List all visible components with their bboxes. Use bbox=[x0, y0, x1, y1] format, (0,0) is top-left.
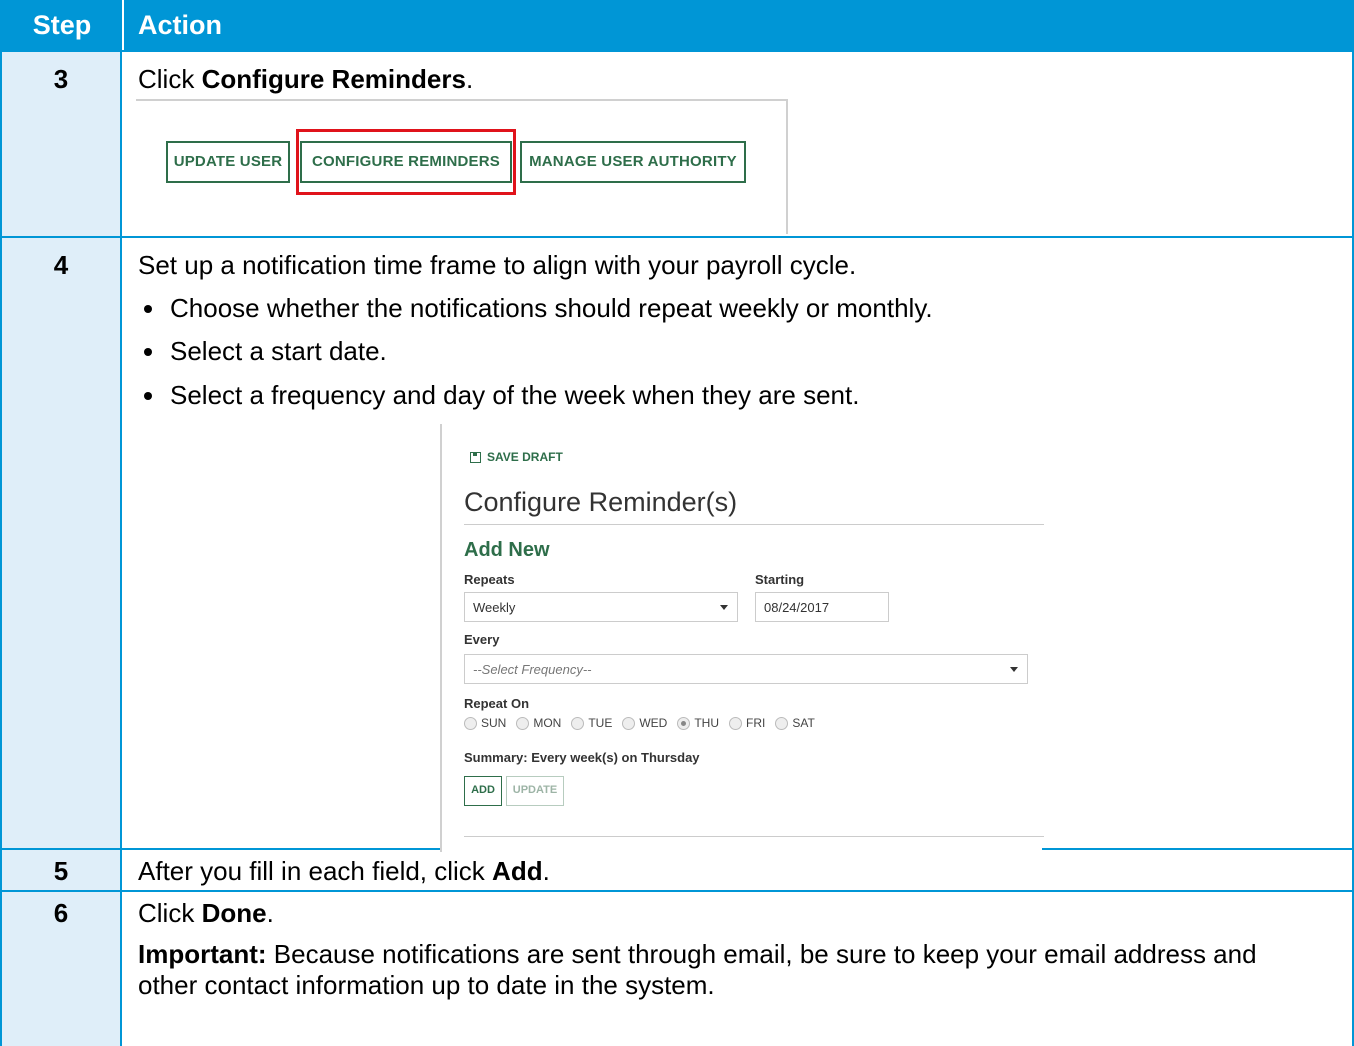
screenshot-configure-reminders: SAVE DRAFT Configure Reminder(s) Add New… bbox=[440, 424, 1044, 852]
action-text-end: . bbox=[266, 898, 274, 928]
list-item: Select a frequency and day of the week w… bbox=[138, 380, 1338, 411]
list-item: Choose whether the notifications should … bbox=[138, 293, 1338, 324]
action-cell: Set up a notification time frame to alig… bbox=[124, 238, 1352, 852]
day-radio-group: SUN MON TUE WED THU FRI SAT bbox=[464, 716, 815, 730]
add-button[interactable]: ADD bbox=[464, 776, 502, 806]
steps-table: Step Action 3 Click Configure Reminders.… bbox=[0, 0, 1354, 1046]
day-label: WED bbox=[639, 716, 668, 730]
radio-wed[interactable]: WED bbox=[622, 716, 667, 730]
repeat-on-label: Repeat On bbox=[464, 696, 530, 711]
day-label: SUN bbox=[481, 716, 507, 730]
action-cell: After you fill in each field, click Add. bbox=[124, 850, 1352, 890]
screenshot-user-actions: UPDATE USER CONFIGURE REMINDERS MANAGE U… bbox=[136, 99, 788, 234]
header-action: Action bbox=[122, 0, 222, 50]
action-text: Click bbox=[138, 64, 202, 94]
update-user-button[interactable]: UPDATE USER bbox=[166, 141, 290, 183]
divider bbox=[464, 836, 1044, 837]
action-text: Click bbox=[138, 898, 202, 928]
important-label: Important: bbox=[138, 939, 267, 970]
radio-icon bbox=[464, 716, 477, 730]
section-title: Add New bbox=[464, 539, 550, 561]
important-note: Important: Because notifications are sen… bbox=[138, 939, 1258, 1001]
radio-sun[interactable]: SUN bbox=[464, 716, 506, 730]
table-row: 3 Click Configure Reminders. UPDATE USER… bbox=[2, 52, 1352, 238]
radio-icon bbox=[775, 716, 789, 730]
action-text: After you fill in each field, click bbox=[138, 856, 493, 886]
save-draft-button[interactable]: SAVE DRAFT bbox=[470, 450, 563, 464]
action-text-end: . bbox=[465, 64, 474, 94]
every-label: Every bbox=[464, 632, 500, 647]
table-row: 4 Set up a notification time frame to al… bbox=[2, 238, 1352, 852]
radio-icon bbox=[571, 716, 585, 730]
important-text: Because notifications are sent through e… bbox=[138, 939, 1257, 1001]
table-row: 6 Click Done. Important: Because notific… bbox=[2, 892, 1352, 1046]
highlight-box bbox=[296, 129, 516, 195]
radio-mon[interactable]: MON bbox=[516, 716, 561, 730]
starting-date-input[interactable]: 08/24/2017 bbox=[755, 592, 889, 622]
chevron-down-icon bbox=[1010, 667, 1018, 672]
manage-user-authority-button[interactable]: MANAGE USER AUTHORITY bbox=[520, 141, 746, 183]
radio-selected-icon bbox=[677, 716, 691, 730]
starting-label: Starting bbox=[755, 572, 805, 587]
summary-text: Summary: Every week(s) on Thursday bbox=[464, 750, 700, 765]
action-bold: Add bbox=[492, 856, 543, 886]
bullet-list: Choose whether the notifications should … bbox=[138, 293, 1338, 411]
table-header: Step Action bbox=[2, 0, 1352, 52]
day-label: FRI bbox=[746, 716, 766, 730]
action-bold: Configure Reminders bbox=[201, 64, 466, 94]
radio-fri[interactable]: FRI bbox=[729, 716, 765, 730]
save-draft-label: SAVE DRAFT bbox=[487, 450, 563, 464]
table-row: 5 After you fill in each field, click Ad… bbox=[2, 850, 1352, 892]
repeats-select[interactable]: Weekly bbox=[464, 592, 738, 622]
day-label: TUE bbox=[588, 716, 613, 730]
action-bold: Done bbox=[201, 898, 267, 928]
radio-tue[interactable]: TUE bbox=[571, 716, 612, 730]
repeats-label: Repeats bbox=[464, 572, 515, 587]
step-number: 5 bbox=[2, 850, 122, 890]
step-number: 3 bbox=[2, 52, 122, 236]
radio-sat[interactable]: SAT bbox=[775, 716, 815, 730]
radio-icon bbox=[729, 716, 743, 730]
divider bbox=[464, 524, 1044, 525]
action-text: Set up a notification time frame to alig… bbox=[138, 250, 857, 280]
radio-icon bbox=[622, 716, 636, 730]
list-item: Select a start date. bbox=[138, 336, 1338, 367]
chevron-down-icon bbox=[720, 605, 728, 610]
repeats-value: Weekly bbox=[473, 600, 516, 615]
header-step: Step bbox=[32, 9, 92, 40]
action-text-end: . bbox=[542, 856, 550, 886]
action-cell: Click Done. Important: Because notificat… bbox=[124, 892, 1352, 1046]
day-label: MON bbox=[533, 716, 562, 730]
step-number: 6 bbox=[2, 892, 122, 1046]
update-button[interactable]: UPDATE bbox=[506, 776, 564, 806]
frequency-select[interactable]: --Select Frequency-- bbox=[464, 654, 1028, 684]
step-number: 4 bbox=[2, 238, 122, 848]
day-label: SAT bbox=[792, 716, 815, 730]
frequency-placeholder: --Select Frequency-- bbox=[473, 662, 592, 677]
save-disk-icon bbox=[470, 451, 481, 463]
action-cell: Click Configure Reminders. UPDATE USER C… bbox=[124, 52, 1352, 236]
day-label: THU bbox=[694, 716, 720, 730]
radio-thu[interactable]: THU bbox=[677, 716, 719, 730]
page-title: Configure Reminder(s) bbox=[464, 487, 738, 517]
radio-icon bbox=[516, 716, 530, 730]
